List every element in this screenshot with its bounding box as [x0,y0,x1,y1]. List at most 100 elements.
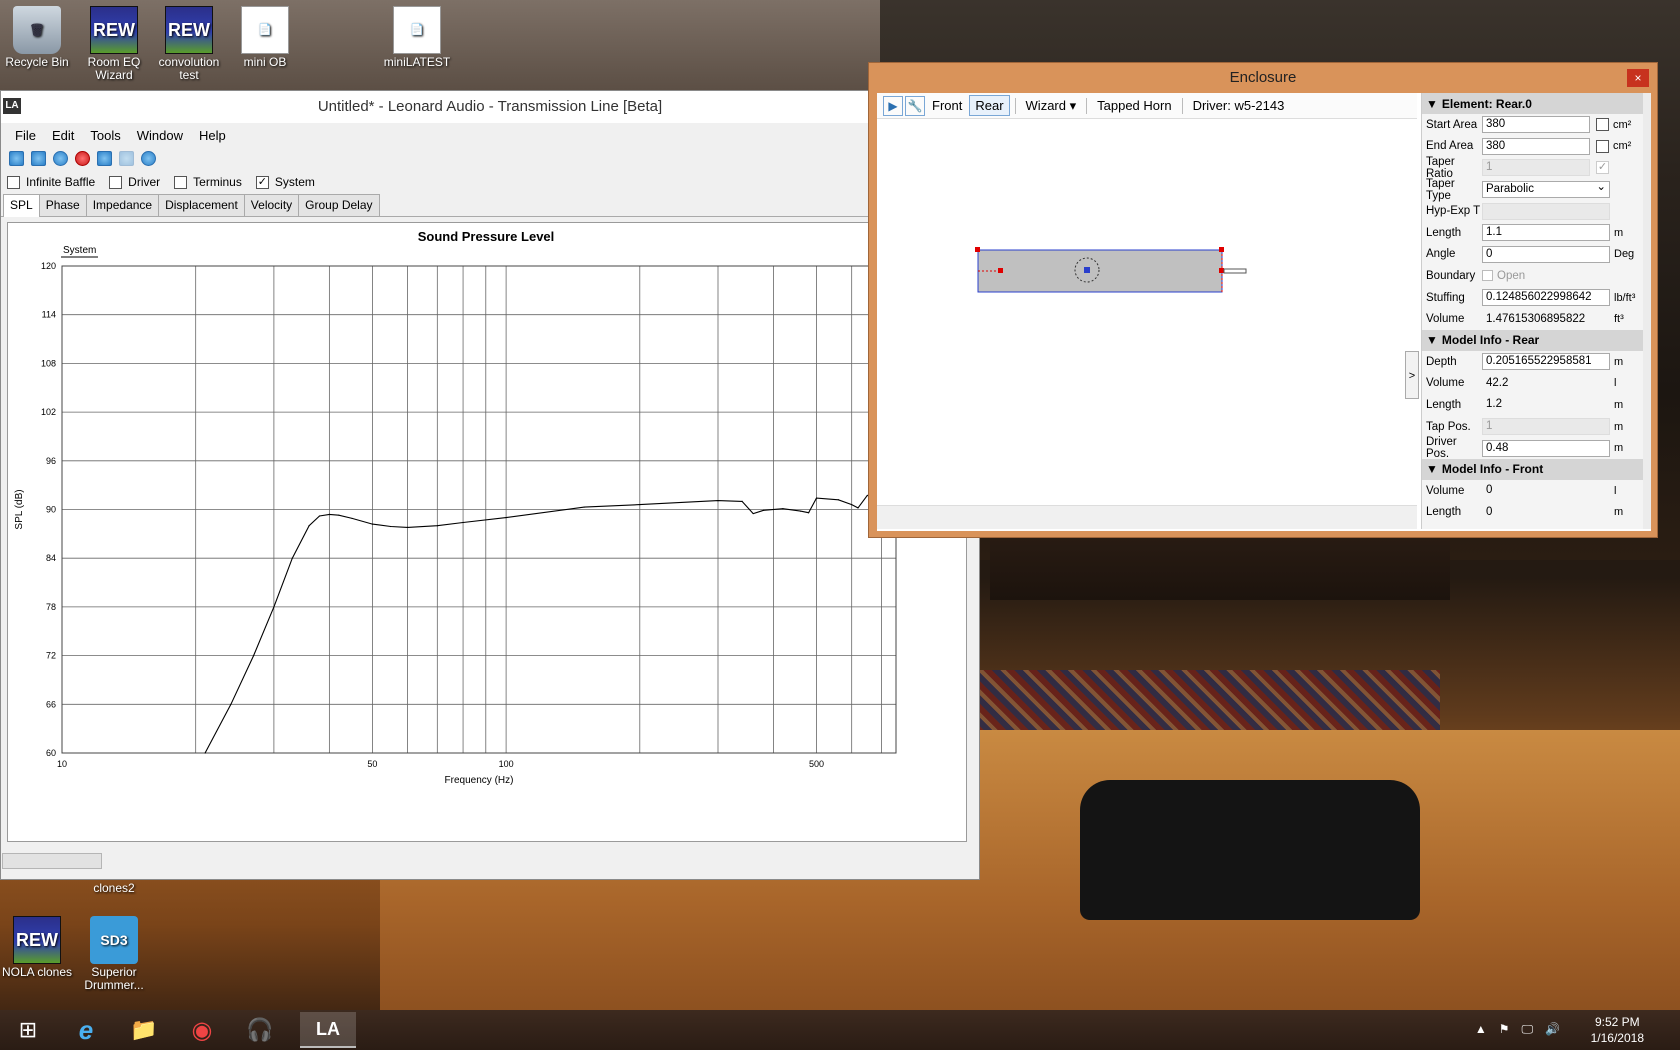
properties-scrollbar[interactable] [1643,93,1651,529]
tab-velocity[interactable]: Velocity [243,194,300,216]
run-icon[interactable] [53,150,68,166]
driver-button[interactable]: Driver: w5-2143 [1188,96,1290,115]
y-tick-label: 114 [42,310,56,320]
desktop-icon-clones2[interactable]: clones2 [77,882,151,895]
file-explorer-icon[interactable]: 📁 [116,1012,172,1048]
checkbox-system[interactable]: ✓ System [255,175,315,189]
taskbar: ⊞ e 📁 ◉ 🎧 LA ▲ ⚑ 🖵 🔊 9:52 PM 1/16/2018 [0,1010,1680,1050]
desktop-icon-minilatest[interactable]: 📄 miniLATEST [380,6,454,69]
enclosure-line-segment[interactable] [977,249,1223,293]
property-input[interactable]: 0.124856022998642 [1482,289,1610,307]
property-unit: l [1614,377,1617,390]
tapped-horn-button[interactable]: Tapped Horn [1092,96,1176,115]
record-icon[interactable] [75,150,90,166]
terminus-marker[interactable] [1219,268,1224,273]
property-input[interactable]: 0.205165522958581 [1482,353,1610,371]
checkbox-box[interactable] [1482,270,1493,282]
chevron-down-icon[interactable]: ⌄ [1596,182,1606,195]
desktop-icon-room-eq-wizard[interactable]: REW Room EQ Wizard [77,6,151,82]
checkmark-icon[interactable]: ✓ [255,175,269,189]
menu-edit[interactable]: Edit [44,128,82,143]
checkbox-terminus[interactable]: Terminus [174,175,242,189]
play-icon[interactable]: ▶ [883,95,903,116]
clock[interactable]: 9:52 PM 1/16/2018 [1591,1014,1644,1046]
series-point [351,517,353,520]
checkbox-box[interactable] [1596,118,1609,132]
wrench-icon[interactable]: 🔧 [905,95,925,116]
leonard-audio-taskbar-icon[interactable]: LA [300,1012,356,1048]
enclosure-title-bar[interactable]: Enclosure × [869,63,1657,93]
property-input[interactable]: 380 [1482,137,1590,155]
property-input[interactable]: 380 [1482,116,1590,134]
close-icon[interactable]: × [1627,69,1649,87]
rear-button[interactable]: Rear [969,95,1010,116]
checkbox-infinite-baffle[interactable]: Infinite Baffle [7,175,95,189]
section-header-0[interactable]: ▼ Element: Rear.0 [1422,93,1643,114]
section-header-2[interactable]: ▼ Model Info - Front [1422,458,1643,480]
tab-group-delay[interactable]: Group Delay [298,194,380,216]
section-title: Element: Rear.0 [1441,96,1532,111]
chart-ticks: 60 66 72 78 84 90 96 102 108 114 120 10 50 100 500 [41,261,824,769]
checkbox-driver[interactable]: Driver [109,175,160,189]
tab-spl[interactable]: SPL [3,194,40,217]
open-icon[interactable] [9,150,24,166]
section-header-1[interactable]: ▼ Model Info - Rear [1422,329,1643,351]
property-row: Volume 42.2 l [1422,373,1643,395]
panel-expander-button[interactable]: > [1405,351,1419,399]
menu-help[interactable]: Help [191,128,234,143]
property-row: Length 1.2 m [1422,394,1643,416]
headphones-icon[interactable]: 🎧 [232,1012,288,1048]
windows-start-icon[interactable]: ⊞ [0,1012,56,1048]
main-title-bar[interactable]: LA Untitled* - Leonard Audio - Transmiss… [1,91,979,123]
property-input[interactable]: 0 [1482,245,1610,263]
x-tick-label: 100 [499,759,514,769]
play-icon[interactable] [141,150,156,166]
front-button[interactable]: Front [927,96,967,115]
checkbox-box[interactable] [7,175,20,189]
collapse-triangle-icon[interactable]: ▼ [1426,97,1438,111]
menu-tools[interactable]: Tools [82,128,128,143]
collapse-triangle-icon[interactable]: ▼ [1426,333,1438,347]
desktop-icon-label: Recycle Bin [5,55,69,69]
desktop-icon-convolution-test[interactable]: REW convolution test [152,6,226,82]
property-input[interactable]: 1.1 [1482,224,1610,242]
collapse-triangle-icon[interactable]: ▼ [1426,462,1438,476]
chevron-up-icon[interactable]: ▲ [1475,1022,1487,1037]
desktop-icon-mini-ob[interactable]: 📄 mini OB [228,6,302,69]
boundary-open-checkbox[interactable]: Open [1482,270,1525,282]
property-input[interactable]: 0.48 [1482,439,1610,457]
port-marker[interactable] [998,268,1003,273]
property-row: Boundary Open [1422,265,1643,287]
taper-type-select[interactable]: Parabolic ⌄ [1482,181,1610,199]
enclosure-status-bar [877,505,1417,529]
desktop-icon-recycle-bin[interactable]: 🗑 Recycle Bin [0,6,74,69]
series-point [583,506,585,508]
tab-phase[interactable]: Phase [38,194,87,216]
enclosure-canvas[interactable] [877,120,1417,505]
driver-marker[interactable] [1084,267,1090,273]
network-icon[interactable]: 🖵 [1521,1022,1533,1037]
resize-handle[interactable] [1219,247,1224,252]
volume-icon[interactable]: 🔊 [1545,1022,1560,1037]
tab-impedance[interactable]: Impedance [85,194,160,216]
tab-displacement[interactable]: Displacement [158,194,245,216]
status-progress-bar [2,853,102,869]
desktop-icon-superior-drummer[interactable]: SD3 Superior Drummer... [77,916,151,992]
property-row: Stuffing 0.124856022998642 lb/ft³ [1422,287,1643,309]
y-axis-label: SPL (dB) [14,489,25,529]
menu-file[interactable]: File [7,128,44,143]
wizard-dropdown[interactable]: Wizard ▾ [1021,96,1082,116]
series-point [328,513,330,515]
checkbox-box[interactable] [109,175,123,189]
forward-icon[interactable] [119,150,134,166]
back-icon[interactable] [97,150,112,166]
desktop-icon-nola-clones[interactable]: REW NOLA clones [0,916,74,979]
menu-window[interactable]: Window [129,128,191,143]
checkbox-box[interactable] [174,175,188,189]
resize-handle[interactable] [975,247,980,252]
save-icon[interactable] [31,150,46,166]
flag-icon[interactable]: ⚑ [1499,1022,1510,1037]
checkbox-box[interactable] [1596,139,1609,153]
internet-explorer-icon[interactable]: e [58,1012,114,1048]
chrome-icon[interactable]: ◉ [174,1012,230,1048]
